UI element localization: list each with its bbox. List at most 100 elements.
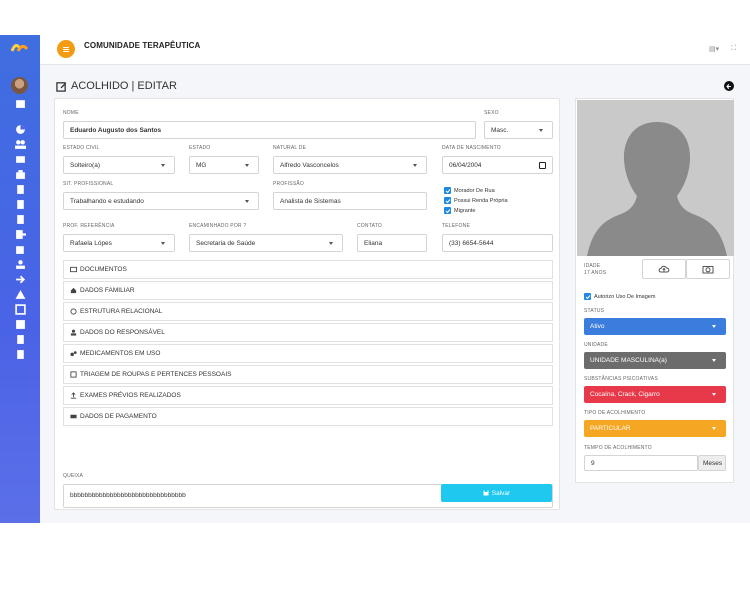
prof-referencia-select[interactable]: Rafaela Lópes <box>63 234 175 252</box>
sexo-select[interactable]: Masc. <box>484 121 553 139</box>
encaminhado-por-select[interactable]: Secretaria de Saúde <box>189 234 343 252</box>
sidebar-item-report[interactable] <box>13 348 27 360</box>
save-icon <box>483 490 489 496</box>
sit-profissional-label: SIT. PROFISSIONAL <box>63 181 114 187</box>
morador-de-rua-checkbox[interactable]: Morador De Rua <box>444 187 495 194</box>
sidebar-item-camera[interactable] <box>13 168 27 180</box>
topbar: COMUNIDADE TERAPÊUTICA ▤▾ ⛶ <box>40 35 750 65</box>
sidebar-item-file[interactable] <box>13 213 27 225</box>
save-button[interactable]: Salvar <box>441 484 552 502</box>
section-medicamentos[interactable]: MEDICAMENTOS EM USO <box>63 344 553 363</box>
section-title: MEDICAMENTOS EM USO <box>80 350 161 357</box>
sidebar-item-list[interactable] <box>13 198 27 210</box>
contato-input[interactable]: Eliana <box>357 234 427 252</box>
data-nascimento-input[interactable]: 06/04/2004 <box>442 156 553 174</box>
fullscreen-icon[interactable]: ⛶ <box>731 45 736 53</box>
upload-photo-button[interactable] <box>642 259 686 279</box>
id-card-icon <box>70 266 77 273</box>
section-dados-pagamento[interactable]: DADOS DE PAGAMENTO <box>63 407 553 426</box>
user-placeholder-icon <box>577 100 734 256</box>
nome-input[interactable]: Eduardo Augusto dos Santos <box>63 121 476 139</box>
unidade-label: UNIDADE <box>584 342 608 348</box>
autorizo-imagem-checkbox[interactable]: Autorizo Uso De Imagem <box>584 293 655 300</box>
users-icon <box>14 139 26 149</box>
status-select[interactable]: Ativo <box>584 318 726 335</box>
unidade-select[interactable]: UNIDADE MASCULINA(a) <box>584 352 726 369</box>
menu-toggle-button[interactable] <box>57 40 75 58</box>
section-title: EXAMES PRÉVIOS REALIZADOS <box>80 392 181 399</box>
section-dados-responsavel[interactable]: DADOS DO RESPONSÁVEL <box>63 323 553 342</box>
checkbox-checked-icon <box>444 197 451 204</box>
warning-icon <box>15 289 25 299</box>
sidebar-item-window[interactable] <box>13 303 27 315</box>
queixa-label: QUEIXA <box>63 473 84 479</box>
table-icon <box>15 319 25 329</box>
section-dados-familiar[interactable]: DADOS FAMILIAR <box>63 281 553 300</box>
sidebar-item-document[interactable] <box>13 183 27 195</box>
checkbox-checked-icon <box>444 187 451 194</box>
users-icon <box>70 308 77 315</box>
language-icon[interactable]: ▤▾ <box>709 45 719 53</box>
natural-de-select[interactable]: Alfredo Vasconcelos <box>273 156 427 174</box>
telefone-input[interactable]: (33) 6654-5644 <box>442 234 553 252</box>
renda-propria-checkbox[interactable]: Possui Renda Própria <box>444 197 508 204</box>
cloud-upload-icon <box>658 265 670 273</box>
page-header-title: COMUNIDADE TERAPÊUTICA <box>84 41 201 50</box>
user-avatar[interactable] <box>11 77 28 94</box>
sidebar-item-clients[interactable] <box>13 333 27 345</box>
checkbox-checked-icon <box>444 207 451 214</box>
section-documentos[interactable]: DOCUMENTOS <box>63 260 553 279</box>
back-button[interactable] <box>724 81 734 91</box>
profissao-label: PROFISSÃO <box>273 181 304 187</box>
tempo-acolhimento-label: TEMPO DE ACOLHIMENTO <box>584 445 652 451</box>
tipo-acolhimento-label: TIPO DE ACOLHIMENTO <box>584 410 646 416</box>
signature-icon <box>15 245 24 254</box>
prof-referencia-label: PROF. REFERÊNCIA <box>63 223 115 229</box>
section-exames-previos[interactable]: EXAMES PRÉVIOS REALIZADOS <box>63 386 553 405</box>
money-icon <box>70 414 77 419</box>
sidebar-item-logout[interactable] <box>13 273 27 285</box>
sidebar-item-users[interactable] <box>13 138 27 150</box>
sidebar-item-table[interactable] <box>13 318 27 330</box>
tipo-acolhimento-select[interactable]: PARTICULAR <box>584 420 726 437</box>
sidebar-item-dashboard[interactable] <box>13 123 27 135</box>
section-title: DADOS FAMILIAR <box>80 287 135 294</box>
migrante-checkbox[interactable]: Migrante <box>444 207 475 214</box>
sidebar-item-warning[interactable] <box>13 288 27 300</box>
form-card: NOME Eduardo Augusto dos Santos SEXO Mas… <box>54 98 560 510</box>
arrow-left-icon <box>725 83 731 89</box>
sit-profissional-select[interactable]: Trabalhando e estudando <box>63 192 259 210</box>
section-title: DADOS DO RESPONSÁVEL <box>80 329 165 336</box>
estado-select[interactable]: MG <box>189 156 259 174</box>
tempo-acolhimento-input[interactable]: 9 <box>584 455 698 471</box>
file-icon <box>16 214 24 224</box>
take-photo-button[interactable] <box>686 259 730 279</box>
checkbox-label: Possui Renda Própria <box>454 197 508 204</box>
calendar-icon <box>15 99 25 108</box>
team-icon <box>15 259 25 269</box>
sidebar <box>0 35 40 523</box>
sidebar-item-team[interactable] <box>13 258 27 270</box>
section-estrutura-relacional[interactable]: ESTRUTURA RELACIONAL <box>63 302 553 321</box>
profissao-input[interactable]: Analista de Sistemas <box>273 192 427 210</box>
checkbox-label: Autorizo Uso De Imagem <box>594 293 656 300</box>
estado-civil-label: ESTADO CIVIL <box>63 145 100 151</box>
substancias-label: SUBSTÂNCIAS PSICOATIVAS <box>584 376 658 382</box>
report-icon <box>16 349 24 359</box>
estado-label: ESTADO <box>189 145 211 151</box>
section-triagem-roupas[interactable]: TRIAGEM DE ROUPAS E PERTENCES PESSOAIS <box>63 365 553 384</box>
substancias-select[interactable]: Cocaína, Crack, Cigarro <box>584 386 726 403</box>
sidebar-item-export[interactable] <box>13 228 27 240</box>
natural-de-label: NATURAL DE <box>273 145 307 151</box>
sidebar-item-signature[interactable] <box>13 243 27 255</box>
section-title: TRIAGEM DE ROUPAS E PERTENCES PESSOAIS <box>80 371 232 378</box>
list-icon <box>16 199 24 209</box>
calendar-icon[interactable] <box>539 162 546 169</box>
app-logo-icon[interactable] <box>10 41 30 53</box>
sidebar-item-groups[interactable] <box>13 153 27 165</box>
group-icon <box>15 155 25 163</box>
section-title: ESTRUTURA RELACIONAL <box>80 308 163 315</box>
tempo-unit-addon: Meses <box>698 455 726 471</box>
sidebar-item-calendar[interactable] <box>13 97 27 109</box>
estado-civil-select[interactable]: Solteiro(a) <box>63 156 175 174</box>
